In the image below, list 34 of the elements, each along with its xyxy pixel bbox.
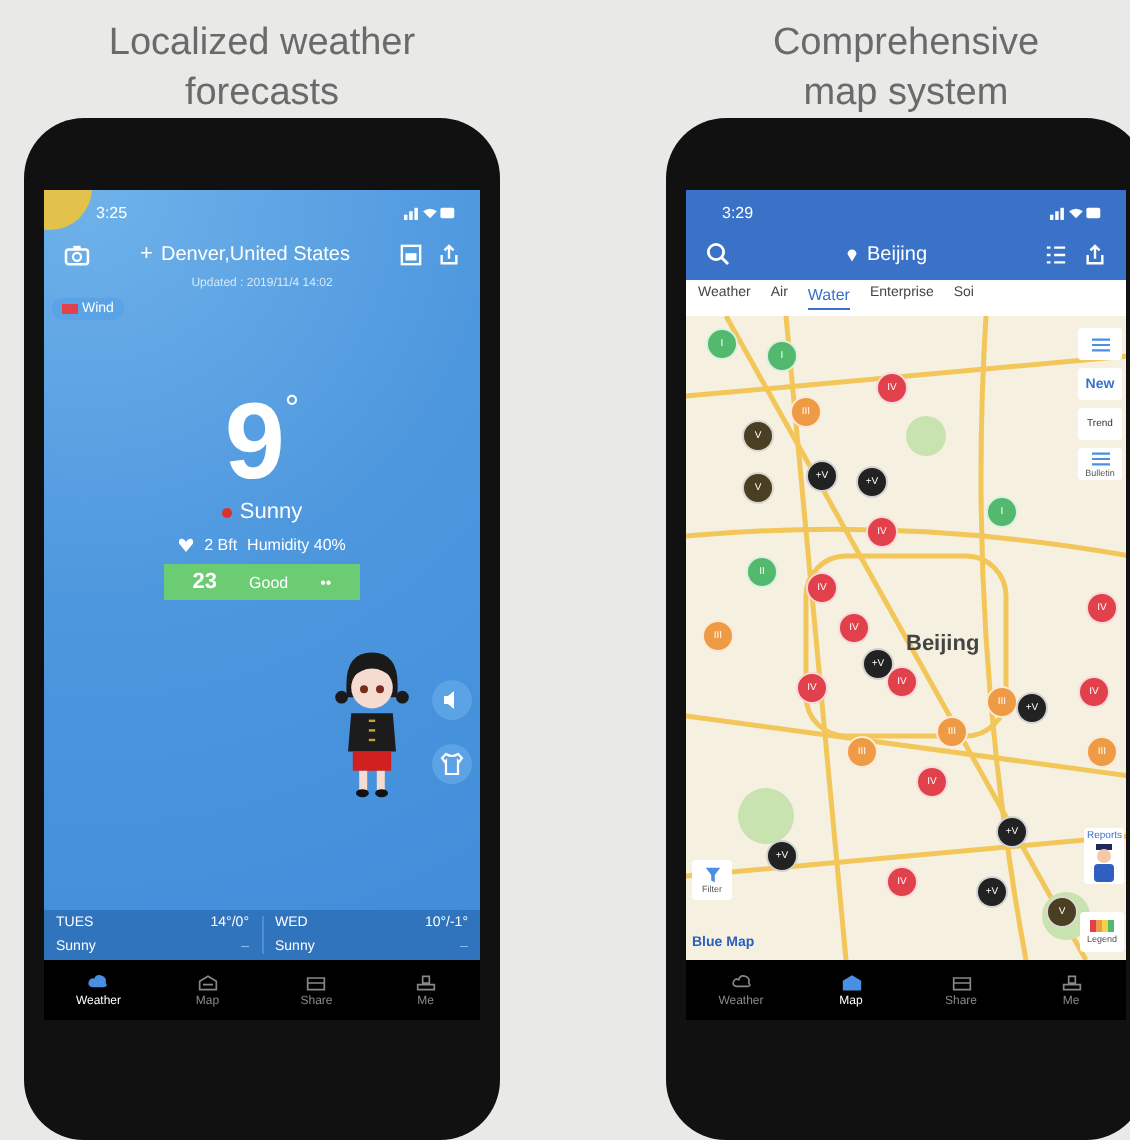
- status-time: 3:25: [96, 203, 128, 221]
- degree-sign: °: [284, 388, 300, 432]
- condition-text: Sunny: [239, 500, 303, 524]
- pin-icon: [846, 246, 859, 262]
- list-icon[interactable]: [1044, 243, 1068, 265]
- color-bars-icon: [1090, 920, 1114, 932]
- wind-level: 2 Bft: [204, 536, 238, 554]
- humidity: Humidity 40%: [247, 536, 346, 554]
- card-icon: [951, 973, 971, 991]
- cloud-icon: [731, 973, 751, 991]
- card-icon: [306, 973, 327, 991]
- location-title[interactable]: Beijing: [866, 243, 928, 265]
- share-icon[interactable]: [438, 243, 460, 265]
- shirt-icon[interactable]: [432, 744, 472, 784]
- category-tab[interactable]: Water: [807, 286, 850, 310]
- heart-icon: [178, 538, 195, 552]
- search-icon[interactable]: [706, 242, 730, 266]
- funnel-icon: [703, 866, 721, 884]
- dot-icon: [221, 507, 232, 517]
- lines-icon: [1089, 450, 1111, 468]
- flag-icon: [62, 304, 78, 314]
- map-side-button[interactable]: [1078, 328, 1122, 360]
- camera-icon[interactable]: [64, 243, 90, 265]
- location-title[interactable]: Denver,United States: [160, 243, 350, 265]
- cloud-icon: [88, 973, 109, 991]
- share-icon[interactable]: [1084, 243, 1106, 265]
- status-time: 3:29: [722, 203, 754, 221]
- status-icons: [1050, 205, 1102, 219]
- caption: Comprehensive map system: [770, 20, 1042, 118]
- caption: Localized weather forecasts: [106, 20, 418, 118]
- status-icons: [404, 205, 456, 219]
- speaker-icon[interactable]: [432, 680, 472, 720]
- temperature: 9: [224, 388, 285, 496]
- lines-icon: [1089, 335, 1111, 353]
